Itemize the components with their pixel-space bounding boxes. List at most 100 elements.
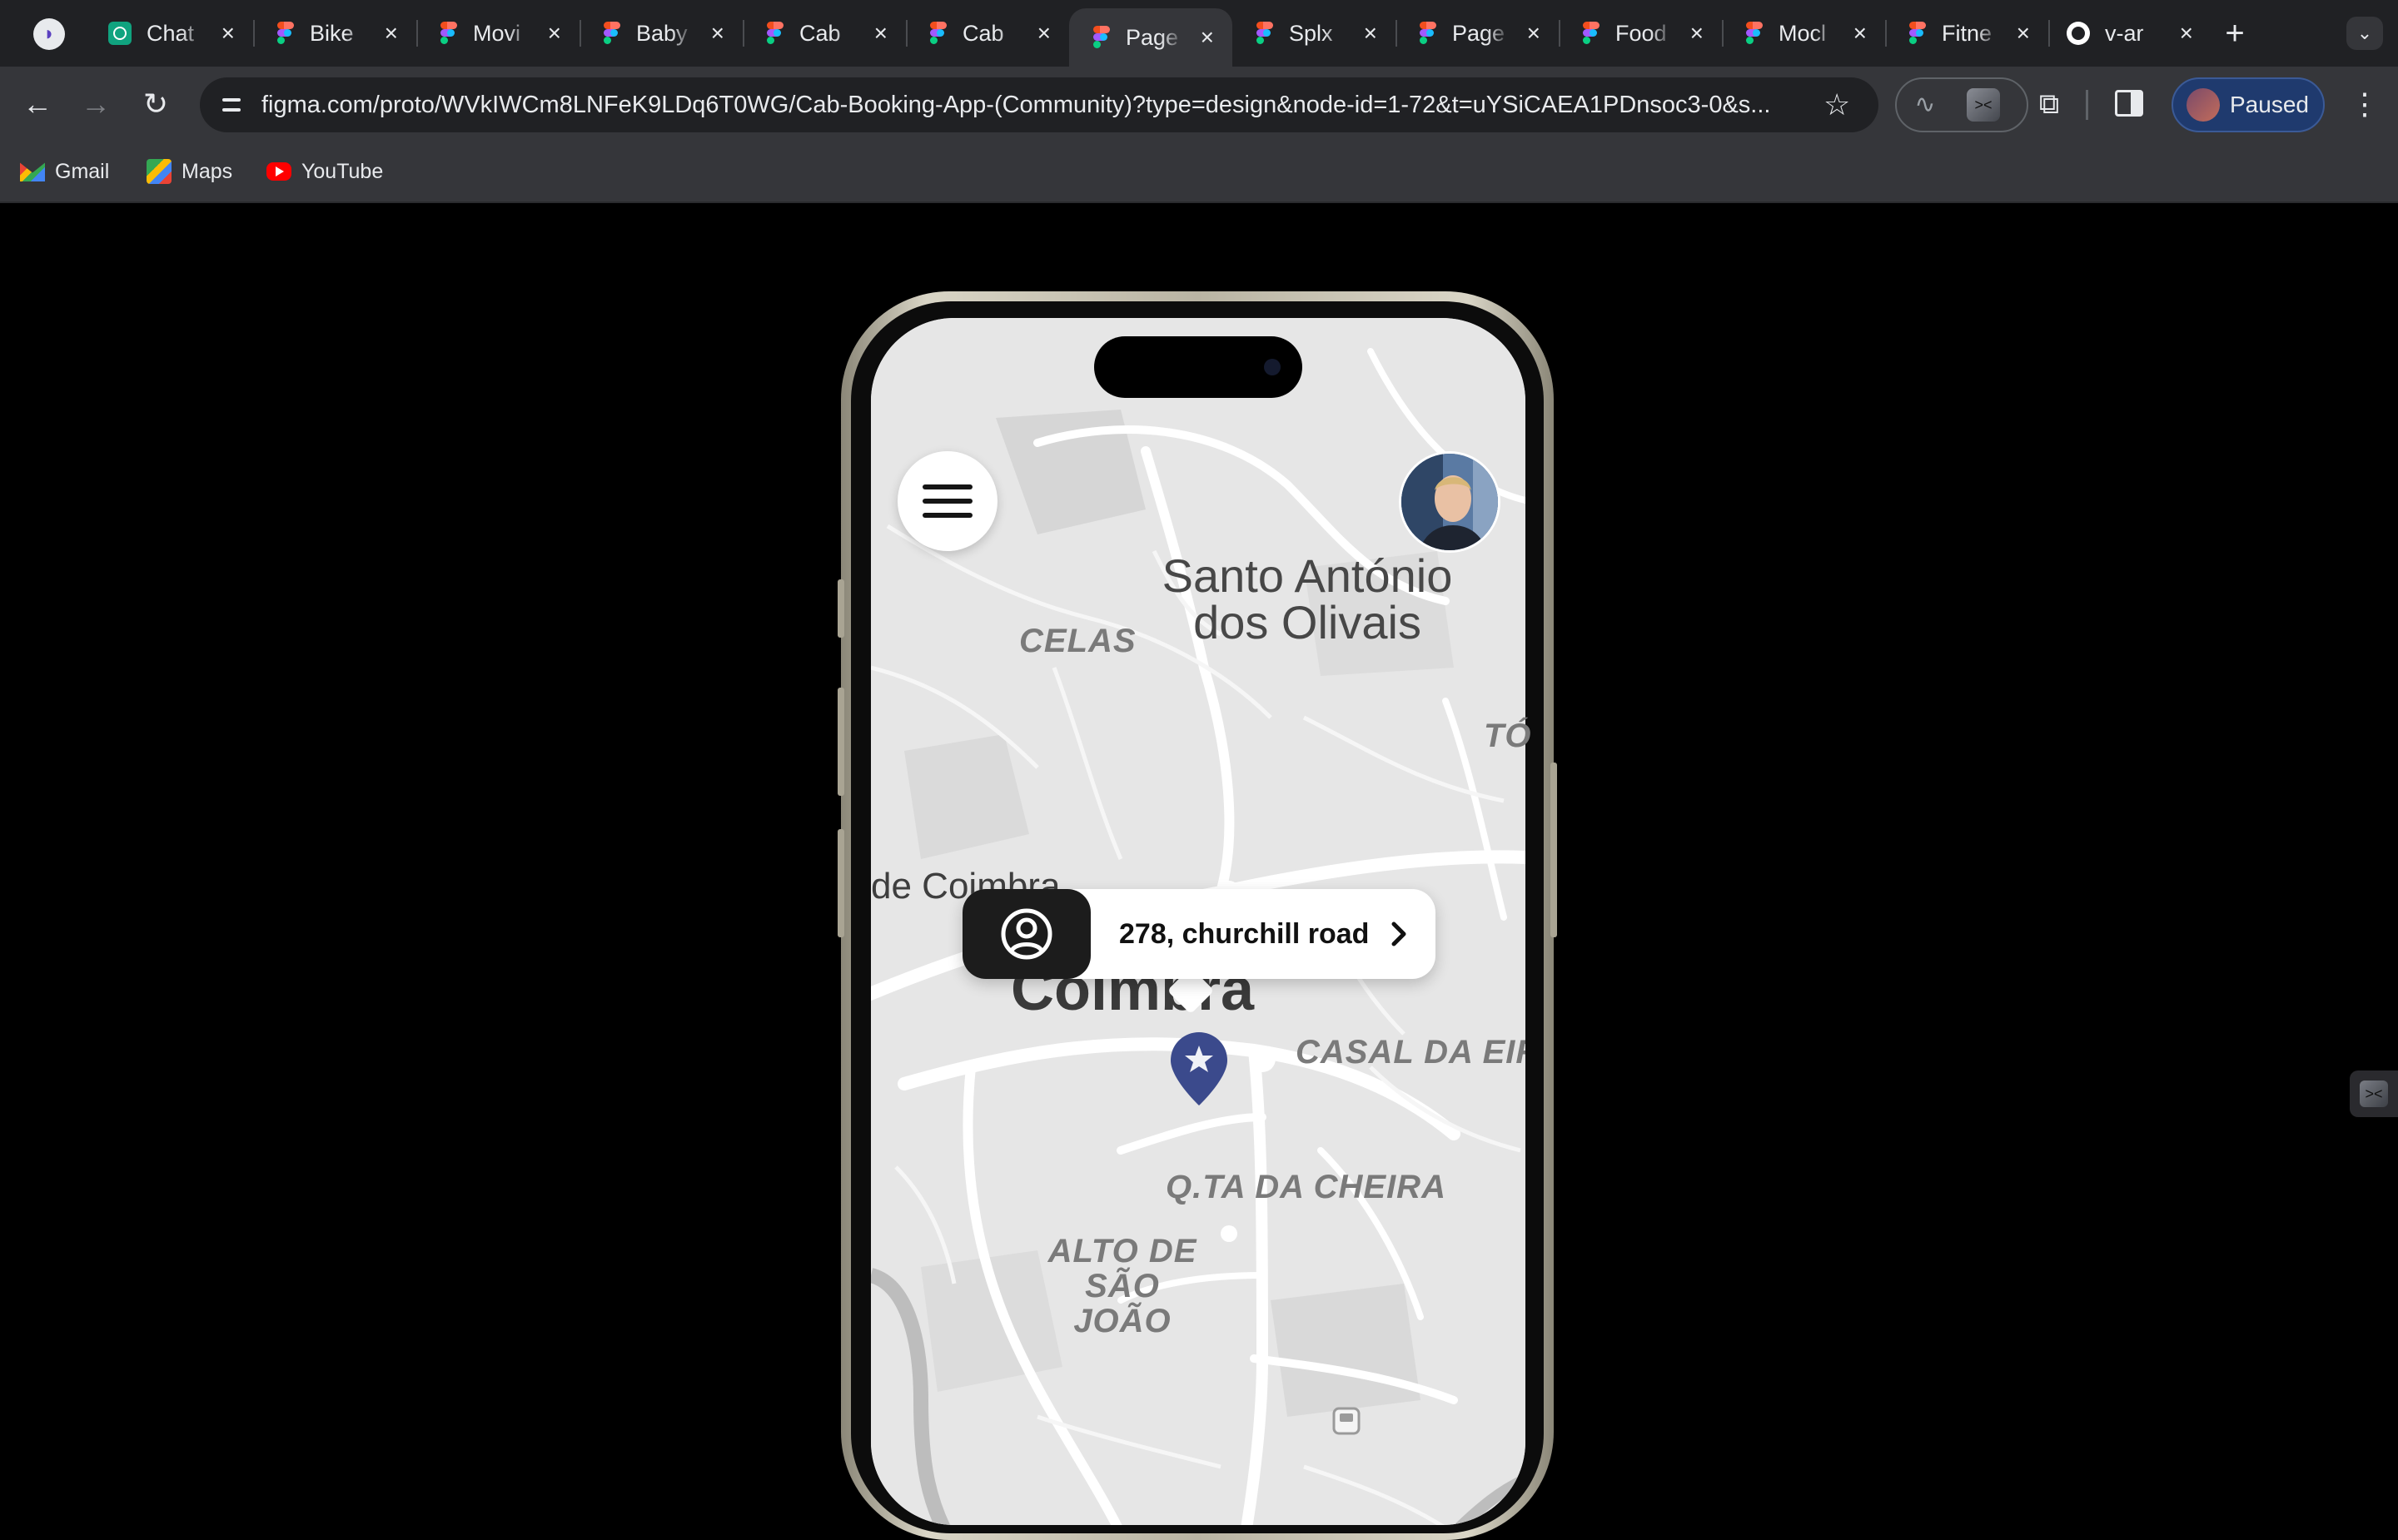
tab-title: Food xyxy=(1615,20,1667,46)
waveform-extension-icon[interactable]: ∿ xyxy=(1908,88,1942,122)
tab-5[interactable]: Cab × xyxy=(906,0,1069,67)
tab-title: Page xyxy=(1126,24,1179,50)
phone-action-button xyxy=(838,579,844,638)
phone-volume-down xyxy=(838,829,844,937)
site-info-icon[interactable] xyxy=(215,88,248,122)
profile-status-label: Paused xyxy=(2230,92,2309,117)
maps-icon xyxy=(147,159,172,184)
tab-0[interactable]: Chat × xyxy=(90,0,253,67)
github-icon xyxy=(2067,22,2090,45)
close-icon[interactable]: × xyxy=(711,20,724,47)
tab-title: v-ar xyxy=(2105,20,2144,46)
figma-icon xyxy=(435,22,458,45)
tab-title: Movi xyxy=(473,20,521,46)
bookmark-label: YouTube xyxy=(301,159,384,183)
figma-icon xyxy=(1577,22,1600,45)
profile-avatar xyxy=(2187,88,2220,122)
tab-title: Fitne xyxy=(1942,20,1993,46)
tab-8[interactable]: Page × xyxy=(1396,0,1559,67)
back-button[interactable]: ← xyxy=(17,83,58,125)
new-tab-button[interactable]: + xyxy=(2215,13,2255,53)
figma-icon xyxy=(761,22,784,45)
user-circle-icon xyxy=(1001,908,1052,960)
reload-button[interactable]: ↻ xyxy=(135,83,177,125)
figma-icon xyxy=(1414,22,1437,45)
close-icon[interactable]: × xyxy=(1690,20,1704,47)
close-icon[interactable]: × xyxy=(2180,20,2193,47)
tab-title: Bike xyxy=(310,20,354,46)
extension-side-toggle[interactable]: >< xyxy=(2350,1071,2398,1117)
hamburger-menu-button[interactable] xyxy=(898,451,998,551)
tab-6[interactable]: Page × xyxy=(1069,8,1232,67)
bookmark-maps[interactable]: Maps xyxy=(147,156,232,186)
bookmark-gmail[interactable]: Gmail xyxy=(20,156,109,186)
tab-search-button[interactable]: ⌄ xyxy=(2346,17,2383,50)
address-icon-box xyxy=(963,889,1091,979)
bookmark-youtube[interactable]: YouTube xyxy=(266,156,383,186)
figma-icon xyxy=(1251,22,1274,45)
tab-4[interactable]: Cab × xyxy=(743,0,906,67)
tab-title: Page xyxy=(1452,20,1505,46)
bookmark-star-icon[interactable]: ☆ xyxy=(1823,87,1850,123)
close-icon[interactable]: × xyxy=(548,20,561,47)
tab-2[interactable]: Movi × xyxy=(416,0,580,67)
kebab-menu-icon[interactable]: ⋮ xyxy=(2348,83,2381,125)
gmail-icon xyxy=(20,162,45,181)
map-label-santo-antonio: Santo António dos Olivais xyxy=(1162,549,1453,648)
tab-7[interactable]: Splx × xyxy=(1232,0,1396,67)
tab-title: Baby xyxy=(636,20,688,46)
close-icon[interactable]: × xyxy=(1364,20,1377,47)
tab-11[interactable]: Fitne × xyxy=(1885,0,2048,67)
front-camera xyxy=(1264,359,1281,375)
toolbar-divider xyxy=(2086,90,2088,120)
chatgpt-icon xyxy=(108,22,132,45)
figma-icon xyxy=(271,22,295,45)
tab-9[interactable]: Food × xyxy=(1559,0,1722,67)
screen-extension-icon[interactable]: >< xyxy=(1967,88,2000,122)
close-icon[interactable]: × xyxy=(1201,24,1214,51)
puzzle-icon[interactable]: ⧉ xyxy=(2028,83,2070,125)
figma-icon xyxy=(1087,26,1111,49)
side-panel-icon[interactable] xyxy=(2115,90,2143,117)
map-label-to: TÓ xyxy=(1484,718,1532,754)
forward-button[interactable]: → xyxy=(75,83,117,125)
figma-icon xyxy=(1903,22,1927,45)
tab-title: Cab xyxy=(963,20,1004,46)
figma-icon xyxy=(598,22,621,45)
figma-icon xyxy=(1740,22,1764,45)
map-label-casal-da-eira: CASAL DA EIR xyxy=(1296,1034,1525,1071)
figma-icon xyxy=(924,22,948,45)
map-label-cheira: Q.TA DA CHEIRA xyxy=(1166,1169,1446,1205)
hamburger-menu-icon xyxy=(923,484,973,489)
map-label-alto-de-sao-joao: ALTO DE SÃO JOÃO xyxy=(1047,1233,1197,1339)
chevron-right-icon[interactable] xyxy=(1384,919,1414,949)
tab-1[interactable]: Bike × xyxy=(253,0,416,67)
tab-title: Splx xyxy=(1289,20,1333,46)
close-icon[interactable]: × xyxy=(385,20,398,47)
hamburger-line xyxy=(923,513,973,518)
youtube-icon xyxy=(266,162,291,181)
tab-title: Chat xyxy=(147,20,195,46)
close-icon[interactable]: × xyxy=(1527,20,1540,47)
tab-12[interactable]: v-ar × xyxy=(2048,0,2211,67)
hamburger-line xyxy=(923,499,973,504)
close-icon[interactable]: × xyxy=(1037,20,1051,47)
close-icon[interactable]: × xyxy=(1853,20,1867,47)
url-text[interactable]: figma.com/proto/WVkIWCm8LNFeK9LDq6T0WG/C… xyxy=(261,88,1810,122)
map-label-celas: CELAS xyxy=(1019,623,1137,659)
bookmark-label: Gmail xyxy=(55,159,110,183)
star-pin-icon[interactable] xyxy=(1169,1031,1229,1107)
close-icon[interactable]: × xyxy=(874,20,888,47)
tabs: Chat × Bike × Movi × Baby × Cab × Cab × Page × Splx × Pa… xyxy=(90,0,2211,67)
tab-group-icon[interactable]: ◗ xyxy=(33,18,65,50)
tab-10[interactable]: Mocl × xyxy=(1722,0,1885,67)
close-icon[interactable]: × xyxy=(221,20,235,47)
tab-3[interactable]: Baby × xyxy=(580,0,743,67)
close-icon[interactable]: × xyxy=(2017,20,2030,47)
tab-title: Mocl xyxy=(1779,20,1827,46)
bookmark-label: Maps xyxy=(182,159,233,183)
pickup-address[interactable]: 278, churchill road xyxy=(1119,916,1369,952)
user-avatar[interactable] xyxy=(1399,451,1500,553)
tab-title: Cab xyxy=(799,20,841,46)
screen-extension-icon: >< xyxy=(2360,1080,2388,1107)
